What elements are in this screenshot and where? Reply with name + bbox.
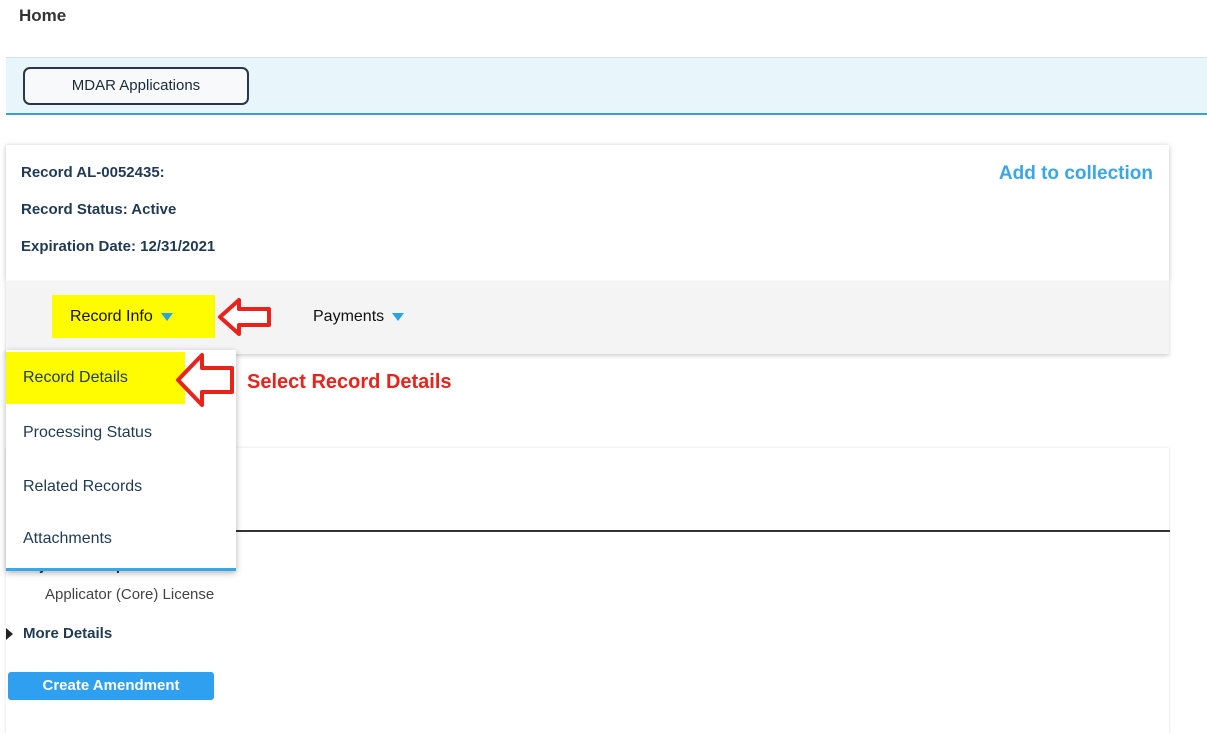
project-description-value: Applicator (Core) License — [45, 586, 215, 603]
arrow-callout-icon — [176, 353, 234, 407]
more-details-toggle[interactable]: More Details — [6, 625, 112, 642]
menu-item-processing-status[interactable]: Processing Status — [6, 407, 236, 459]
section-divider — [236, 530, 1170, 532]
menu-item-record-details[interactable]: Record Details — [6, 352, 185, 404]
menu-item-attachments[interactable]: Attachments — [6, 513, 236, 565]
record-summary-card: Record AL-0052435: Record Status: Active… — [6, 145, 1169, 281]
record-tabs-bar: Record Info Payments — [6, 281, 1169, 354]
more-details-label: More Details — [23, 625, 113, 642]
expiration-date: Expiration Date: 12/31/2021 — [21, 238, 216, 255]
tab-payments[interactable]: Payments — [313, 295, 405, 338]
create-amendment-button[interactable]: Create Amendment — [8, 672, 214, 700]
tab-payments-label: Payments — [313, 308, 385, 325]
record-id: Record AL-0052435: — [21, 164, 165, 181]
page-title: Home — [19, 6, 67, 25]
caret-right-icon — [6, 628, 13, 641]
app-bar: MDAR Applications — [6, 57, 1207, 115]
tab-record-info-label: Record Info — [70, 308, 153, 325]
caret-down-icon — [392, 312, 405, 321]
mdar-applications-button[interactable]: MDAR Applications — [23, 67, 249, 105]
record-status: Record Status: Active — [21, 201, 177, 218]
tab-record-info[interactable]: Record Info — [52, 295, 215, 338]
annotation-select-record-details: Select Record Details — [247, 371, 452, 393]
arrow-callout-icon — [218, 298, 271, 336]
add-to-collection-link[interactable]: Add to collection — [999, 163, 1153, 185]
menu-item-related-records[interactable]: Related Records — [6, 461, 236, 513]
caret-down-icon — [160, 312, 173, 321]
